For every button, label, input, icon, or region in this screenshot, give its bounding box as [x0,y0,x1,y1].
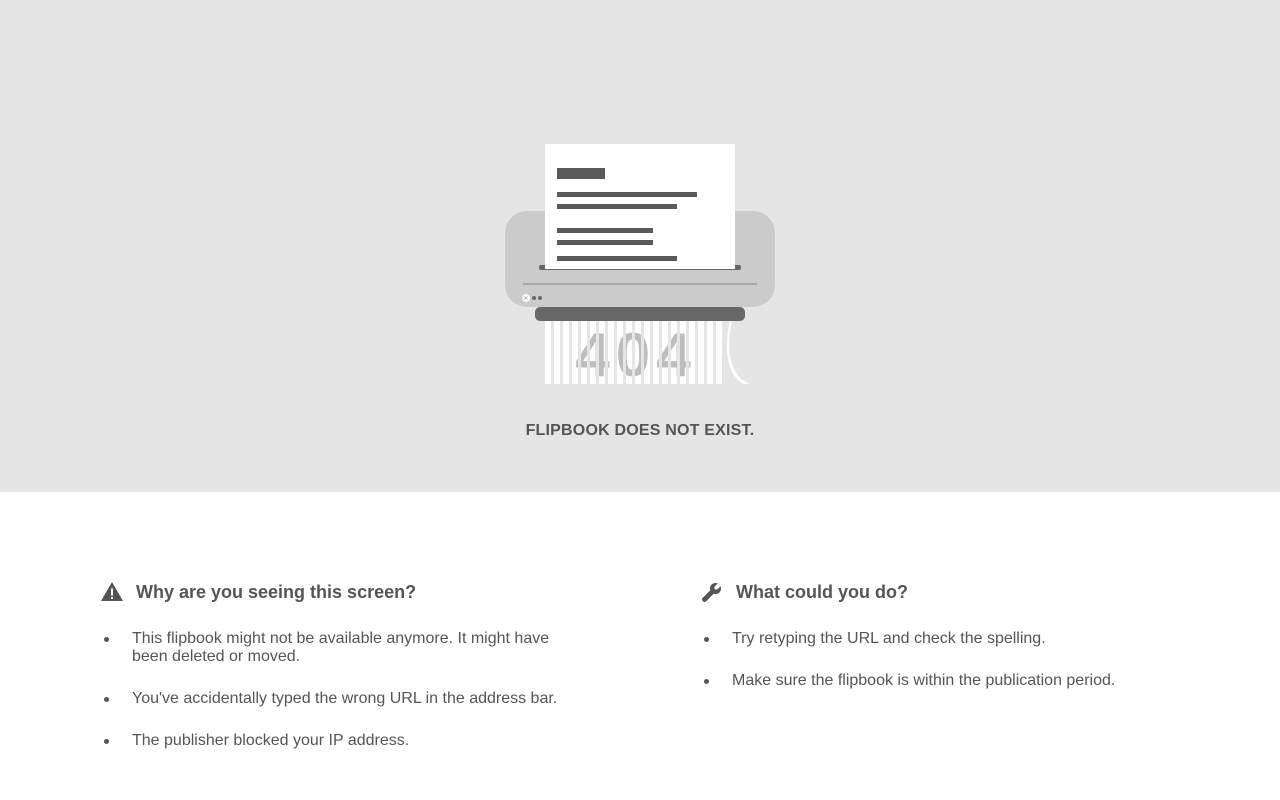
list-item: Try retyping the URL and check the spell… [700,630,1212,648]
paper-heading-line [557,168,605,179]
indicator-dot [532,296,536,300]
what-header: What could you do? [700,580,1220,604]
wrench-icon [702,583,721,602]
list-item: Make sure the flipbook is within the pub… [700,672,1212,690]
paper-text-line [557,192,697,197]
why-title: Why are you seeing this screen? [136,581,417,602]
power-button-mark: × [523,295,528,302]
error-message: FLIPBOOK DOES NOT EXIST. [525,422,755,439]
why-list: This flipbook might not be available any… [100,630,572,774]
why-header: Why are you seeing this screen? [100,580,600,604]
indicator-dot [538,296,542,300]
what-column: What could you do? Try retyping the URL … [700,580,1220,689]
shredder-divider [523,283,757,285]
hero-section: × 404 FLIPBOOK DOES NOT EXIST. [0,0,1280,492]
list-item: You've accidentally typed the wrong URL … [100,690,572,708]
paper-text-line [557,240,653,245]
paper-text-line [557,228,653,233]
what-title: What could you do? [736,581,908,602]
warning-icon [101,582,123,601]
curled-strip [726,321,750,384]
list-item: The publisher blocked your IP address. [100,732,572,750]
what-list: Try retyping the URL and check the spell… [700,630,1212,714]
why-column: Why are you seeing this screen? This fli… [100,580,600,749]
shredder-bin [535,307,745,321]
paper-text-line [557,204,677,209]
info-section: Why are you seeing this screen? This fli… [0,492,1280,800]
shredder-illustration: × 404 [505,144,775,390]
list-item: This flipbook might not be available any… [100,630,572,666]
paper-text-line [557,256,677,261]
